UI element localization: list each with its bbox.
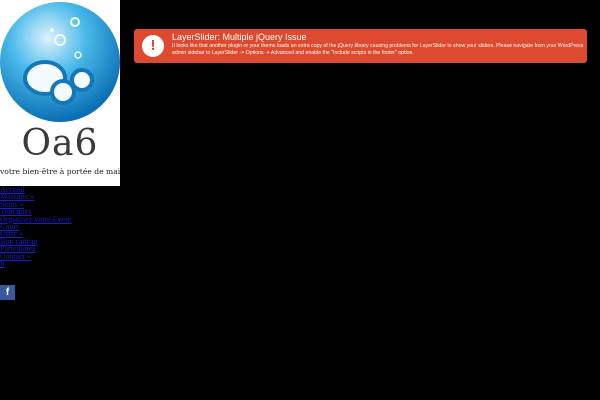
alert-message: It looks like that another plugin or you… <box>172 43 584 56</box>
logo-wordmark: Oa6 <box>21 123 99 164</box>
language-link[interactable]: fr <box>0 259 5 268</box>
layerslider-error-alert: ! LayerSlider: Multiple jQuery Issue It … <box>134 29 587 63</box>
warning-icon: ! <box>142 35 164 57</box>
site-logo[interactable]: Oa6 votre bien-être à portée de main <box>0 0 120 186</box>
nav-item-language: fr <box>0 259 71 268</box>
logo-tagline: votre bien-être à portée de main <box>0 167 120 176</box>
main-navigation: Accueil Massage » Soins » Thérapies Orga… <box>0 186 71 268</box>
bubble-logo-icon <box>0 2 120 122</box>
nav-item-contact: Contact » <box>0 252 71 260</box>
alert-title: LayerSlider: Multiple jQuery Issue <box>172 32 307 42</box>
facebook-icon[interactable]: f <box>0 285 15 300</box>
